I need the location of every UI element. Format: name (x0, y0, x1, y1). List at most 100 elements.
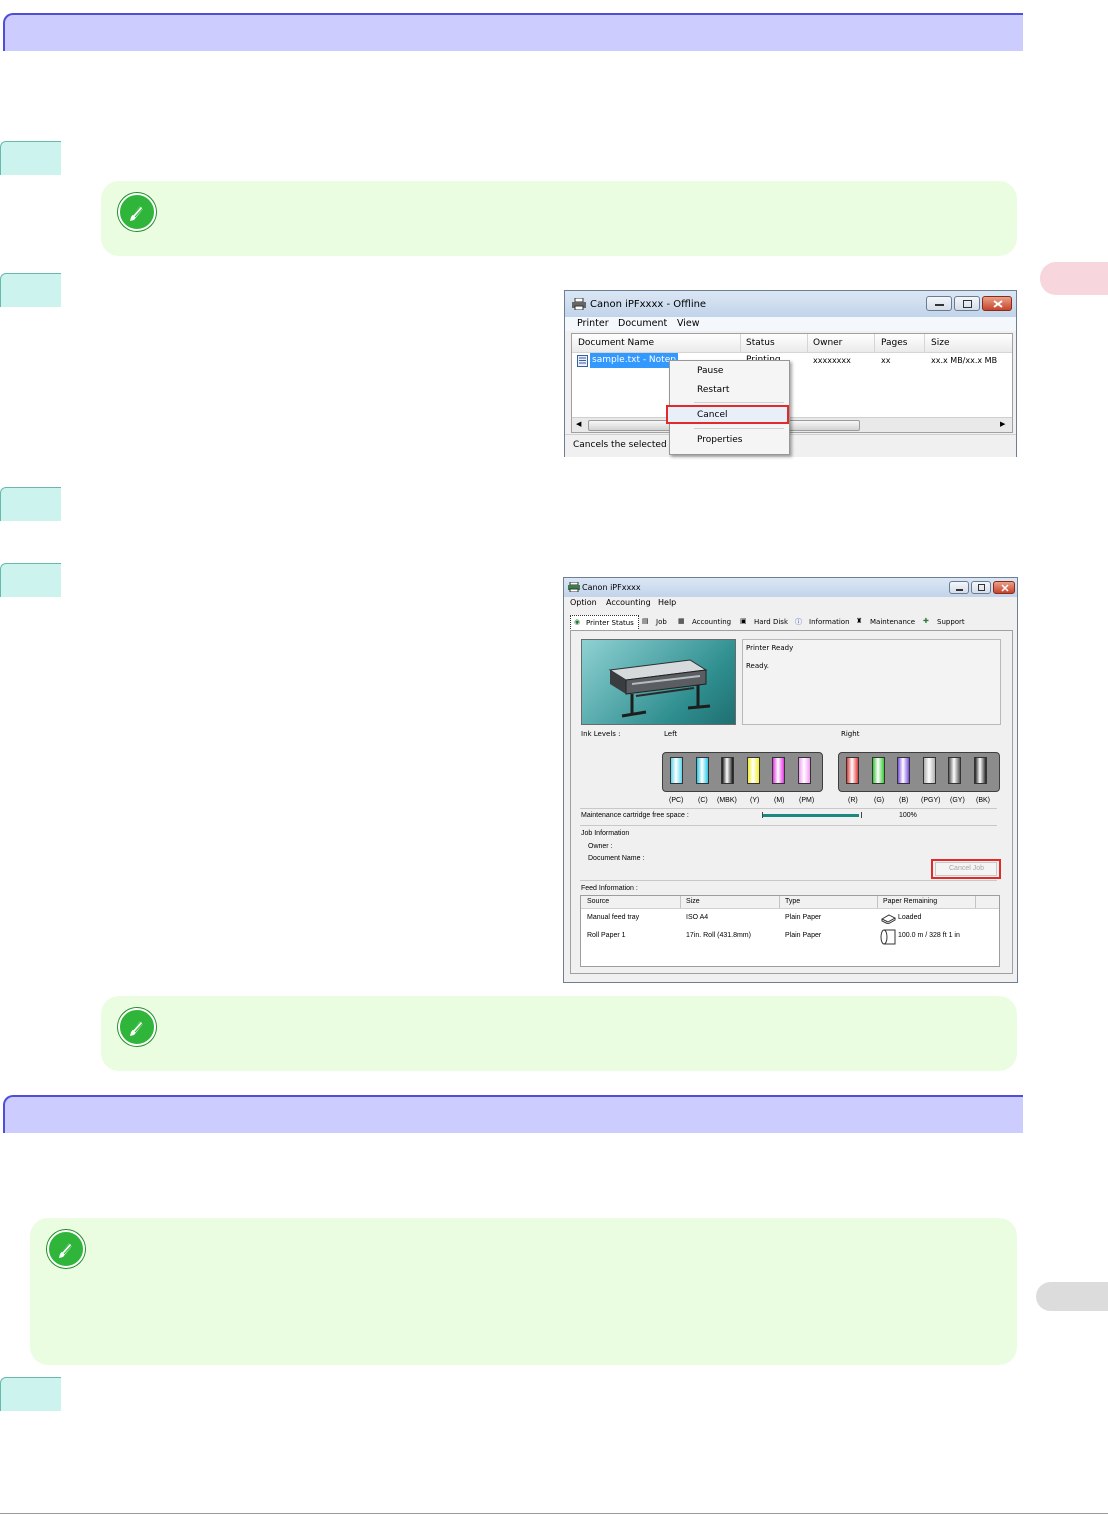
ink-cartridge (846, 757, 859, 784)
menu-printer[interactable]: Printer (577, 318, 609, 329)
feed-information-label: Feed Information : (581, 885, 638, 892)
window-title: Canon iPFxxxx (582, 583, 641, 592)
accounting-icon: ▦ (678, 617, 685, 625)
side-tab-chapter[interactable] (1040, 262, 1108, 295)
menu-item-properties[interactable]: Properties (697, 435, 742, 445)
support-icon: ✚ (923, 617, 929, 625)
ink-code-label: (C) (698, 797, 708, 804)
ink-code-label: (M) (774, 797, 785, 804)
column-header[interactable]: Type (785, 898, 800, 905)
globe-icon: ◉ (574, 618, 581, 626)
ink-cartridge (922, 757, 936, 784)
tab-support[interactable]: ✚ Support (923, 615, 971, 629)
source-cell: Manual feed tray (587, 914, 640, 921)
minimize-button[interactable] (949, 581, 969, 594)
column-header[interactable]: Size (686, 898, 700, 905)
type-cell: Plain Paper (785, 914, 822, 921)
menu-option[interactable]: Option (570, 598, 597, 607)
ink-cartridge (871, 757, 885, 784)
ink-code-label: (Y) (750, 797, 760, 804)
ink-code-label: (B) (899, 797, 909, 804)
menu-bar: Printer Document View (565, 317, 1016, 331)
tab-printer-status[interactable]: ◉ Printer Status (570, 615, 639, 631)
table-row[interactable]: Roll Paper 1 17in. Roll (431.8mm) Plain … (581, 929, 999, 945)
table-row[interactable]: Manual feed tray ISO A4 Plain Paper Load… (581, 912, 999, 926)
divider-line (580, 808, 997, 809)
menu-item-cancel[interactable]: Cancel (697, 410, 728, 420)
column-header[interactable]: Size (931, 338, 949, 348)
menu-help[interactable]: Help (658, 598, 676, 607)
close-button[interactable] (993, 581, 1015, 594)
divider-line (580, 825, 997, 826)
step-marker-2 (0, 273, 61, 307)
column-header[interactable]: Paper Remaining (883, 898, 937, 905)
step-marker-5 (0, 1377, 61, 1411)
ink-code-label: (R) (848, 797, 858, 804)
note-box (101, 181, 1017, 256)
window-title-bar: Canon iPFxxxx (564, 578, 1017, 597)
source-cell: Roll Paper 1 (587, 932, 626, 939)
maintenance-level-bar (763, 814, 859, 817)
list-header: Document Name Status Owner Pages Size (572, 334, 1012, 353)
side-tab-index[interactable] (1036, 1282, 1108, 1311)
text-document-icon (577, 355, 588, 367)
minimize-button[interactable] (926, 296, 952, 311)
roll-paper-icon (880, 929, 896, 945)
document-name-cell[interactable]: sample.txt - Notep (590, 353, 678, 368)
context-menu: Pause Restart Cancel Properties (666, 360, 790, 455)
divider-line (580, 880, 997, 881)
close-button[interactable] (982, 296, 1012, 311)
status-line-2: Ready. (746, 662, 769, 670)
column-header[interactable]: Document Name (578, 338, 654, 348)
menu-bar: Option Accounting Help (564, 597, 1017, 610)
menu-document[interactable]: Document (618, 318, 667, 329)
maximize-button[interactable] (971, 581, 991, 594)
menu-item-pause[interactable]: Pause (697, 366, 723, 376)
section-header-bar (3, 1095, 1023, 1133)
size-cell: ISO A4 (686, 914, 709, 921)
tab-information[interactable]: ⓘ Information (795, 615, 853, 629)
column-header[interactable]: Owner (813, 338, 842, 348)
feed-table-header: Source Size Type Paper Remaining (581, 896, 999, 909)
maximize-button[interactable] (954, 296, 980, 311)
printer-icon (572, 298, 586, 310)
column-header[interactable]: Source (587, 898, 609, 905)
remaining-cell: 100.0 m / 328 ft 1 in (898, 932, 960, 939)
tab-accounting[interactable]: ▦ Accounting (678, 615, 736, 629)
printer-icon (568, 582, 580, 592)
cancel-highlight (666, 405, 789, 424)
size-cell: xx.x MB/xx.x MB (931, 356, 998, 365)
table-row[interactable]: sample.txt - Notep Printing xxxxxxxx xx … (572, 353, 1012, 369)
ink-code-label: (PM) (799, 797, 815, 804)
column-header[interactable]: Status (746, 338, 775, 348)
owner-label: Owner : (588, 843, 613, 850)
pencil-icon (47, 1230, 85, 1268)
ink-cartridge (695, 757, 709, 784)
column-header[interactable]: Pages (881, 338, 907, 348)
right-label: Right (841, 730, 860, 738)
menu-accounting[interactable]: Accounting (606, 598, 651, 607)
step-marker-3 (0, 487, 61, 521)
scroll-left-icon[interactable]: ◀ (576, 420, 581, 428)
feed-table: Source Size Type Paper Remaining Manual … (580, 895, 1000, 967)
cancel-job-button[interactable]: Cancel Job (935, 862, 997, 876)
menu-item-restart[interactable]: Restart (697, 385, 729, 395)
ink-cartridge (746, 757, 760, 784)
ink-code-label: (G) (874, 797, 885, 804)
ink-code-label: (GY) (950, 797, 965, 804)
ink-cartridge (772, 757, 785, 784)
tab-strip: ◉ Printer Status ▤ Job ▦ Accounting ▣ Ha… (570, 615, 1010, 631)
ink-cartridge (797, 757, 811, 784)
menu-view[interactable]: View (677, 318, 700, 329)
step-marker-1 (0, 141, 61, 175)
horizontal-scrollbar[interactable]: ◀ ▶ (572, 417, 1012, 432)
menu-separator (694, 402, 784, 403)
tab-maintenance[interactable]: ♜ Maintenance (856, 615, 920, 629)
tab-hard-disk[interactable]: ▣ Hard Disk (740, 615, 790, 629)
tab-job[interactable]: ▤ Job (642, 615, 674, 629)
left-label: Left (664, 730, 678, 738)
scroll-right-icon[interactable]: ▶ (1000, 420, 1005, 428)
owner-cell: xxxxxxxx (813, 356, 851, 365)
status-bar: Cancels the selected d (565, 434, 1016, 457)
status-bar-text: Cancels the selected d (573, 440, 676, 450)
